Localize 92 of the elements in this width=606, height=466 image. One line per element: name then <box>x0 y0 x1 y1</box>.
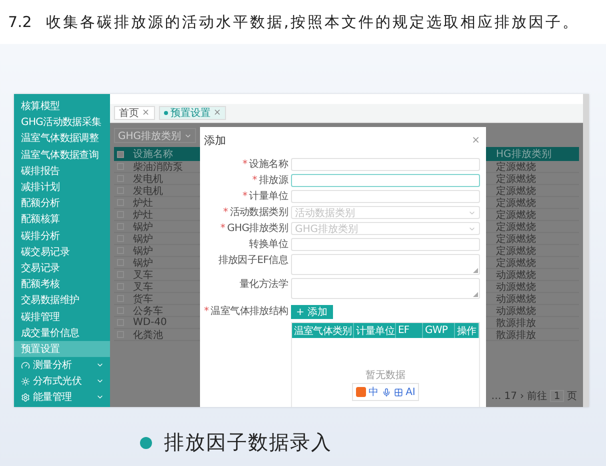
filter-select[interactable]: GHG排放类别 <box>114 128 196 143</box>
sidebar-item[interactable]: GHG活动数据采集 <box>14 114 110 130</box>
add-button[interactable]: + 添加 <box>291 305 333 319</box>
column-header: 计量单位 <box>354 323 396 338</box>
sidebar-item[interactable]: 预置设置 <box>14 340 110 357</box>
page-input[interactable]: 1 <box>550 390 564 402</box>
scrollbar[interactable] <box>583 94 589 407</box>
sidebar-item[interactable]: 交易记录 <box>14 260 110 276</box>
tab[interactable]: 预置设置 × <box>158 106 226 120</box>
column-header: 操作 <box>455 323 479 338</box>
tab[interactable]: 首页 × <box>114 106 155 120</box>
field-label: 排放因子EF信息 <box>217 254 288 267</box>
text-area[interactable] <box>291 254 480 275</box>
sidebar-item[interactable]: 碳排分析 <box>14 228 110 244</box>
table-cell: 定源燃烧 <box>489 245 579 257</box>
input-field[interactable] <box>291 158 480 171</box>
sidebar-item[interactable]: 配额分析 <box>14 195 110 212</box>
column-header: HG排放类别 <box>489 147 579 161</box>
table-cell: 定源燃烧 <box>489 161 579 173</box>
gauge-icon <box>21 360 30 370</box>
sidebar-item[interactable]: 交易数据维护 <box>14 292 110 308</box>
empty-message: 暂无数据 <box>366 368 406 382</box>
sidebar-item[interactable]: 碳排管理 <box>14 308 110 325</box>
field-label: 转换单位 <box>248 238 288 251</box>
close-icon[interactable]: × <box>142 108 150 118</box>
text-area[interactable] <box>291 278 480 299</box>
input-field[interactable] <box>291 238 480 251</box>
sidebar-item[interactable]: 配额核算 <box>14 211 110 228</box>
field-label: * GHG排放类别 <box>219 222 288 235</box>
table-cell: 动源燃烧 <box>489 305 579 317</box>
ime-logo-icon <box>356 387 366 397</box>
column-header: 温室气体类别 <box>292 323 354 338</box>
table-cell: 定源燃烧 <box>489 221 579 233</box>
field-label: * 设施名称 <box>241 158 288 171</box>
sidebar-group[interactable]: 分布式光伏 <box>14 373 110 390</box>
section-number: 7.2 <box>8 13 32 31</box>
page-link[interactable]: … <box>491 390 502 402</box>
resize-grip-icon <box>473 268 478 273</box>
close-icon[interactable]: × <box>214 108 222 118</box>
table-cell: 定源燃烧 <box>489 185 579 197</box>
select-field[interactable]: 活动数据类别 <box>291 206 480 219</box>
table-cell: 动源燃烧 <box>489 281 579 293</box>
column-header: EF <box>396 323 423 338</box>
table-cell: 动源燃烧 <box>489 293 579 305</box>
table-cell: 定源燃烧 <box>489 197 579 209</box>
table-cell: 定源燃烧 <box>489 257 579 269</box>
table-cell: 定源燃烧 <box>489 233 579 245</box>
table-cell: 定源燃烧 <box>489 209 579 221</box>
ime-mode[interactable]: 中 <box>368 385 379 399</box>
mic-icon[interactable] <box>382 388 391 396</box>
tab-label: 预置设置 <box>170 106 211 120</box>
caption: 排放因子数据录入 <box>164 429 332 456</box>
field-label: * 计量单位 <box>241 190 288 203</box>
sidebar-item[interactable]: 减排计划 <box>14 178 110 196</box>
field-label: * 温室气体排放结构 <box>204 305 288 318</box>
column-header: 设施名称 <box>130 147 200 161</box>
page-suffix: 页 <box>567 390 577 403</box>
table-cell: 散源排放 <box>489 317 579 329</box>
column-header: GWP <box>423 323 455 338</box>
input-field[interactable] <box>291 190 480 203</box>
table-cell: 定源燃烧 <box>489 173 579 185</box>
select-field[interactable]: GHG排放类别 <box>291 222 480 235</box>
gear-icon <box>21 392 30 402</box>
sun-icon <box>21 376 30 386</box>
field-label: * 活动数据类别 <box>222 206 288 219</box>
table-cell: 散源排放 <box>489 329 579 341</box>
resize-grip-icon <box>473 292 478 297</box>
sidebar-item[interactable]: 成交量价信息 <box>14 324 110 341</box>
next-page-button[interactable]: › <box>520 390 524 402</box>
sidebar-item[interactable]: 核算模型 <box>14 98 110 114</box>
sidebar-item[interactable]: 温室气体数据调整 <box>14 130 110 147</box>
input-field[interactable] <box>291 174 480 187</box>
sidebar-item[interactable]: 温室气体数据查询 <box>14 146 110 163</box>
table-cell: 动源燃烧 <box>489 269 579 281</box>
grid-icon[interactable] <box>394 388 403 396</box>
dialog-title: 添加 <box>204 133 226 148</box>
section-heading: 收集各碳排放源的活动水平数据,按照本文件的规定选取相应排放因子。 <box>46 12 580 32</box>
sidebar-item[interactable]: 碳排报告 <box>14 162 110 179</box>
sidebar-item[interactable]: 配额考核 <box>14 276 110 292</box>
ime-ai[interactable]: AI <box>406 386 416 398</box>
active-dot-icon <box>164 111 168 115</box>
field-label: 量化方法学 <box>238 278 288 291</box>
goto-label: 前往 <box>527 390 547 403</box>
sidebar-group[interactable]: 能量管理 <box>14 389 110 406</box>
bullet-icon <box>140 436 152 448</box>
tab-label: 首页 <box>119 107 139 120</box>
sidebar-item[interactable]: 碳交易记录 <box>14 244 110 260</box>
field-label: * 排放源 <box>251 174 288 187</box>
checkbox[interactable] <box>117 150 124 158</box>
page-link[interactable]: 17 <box>504 390 517 402</box>
close-button[interactable]: × <box>472 135 480 146</box>
sidebar-group[interactable]: 测量分析 <box>14 357 110 374</box>
